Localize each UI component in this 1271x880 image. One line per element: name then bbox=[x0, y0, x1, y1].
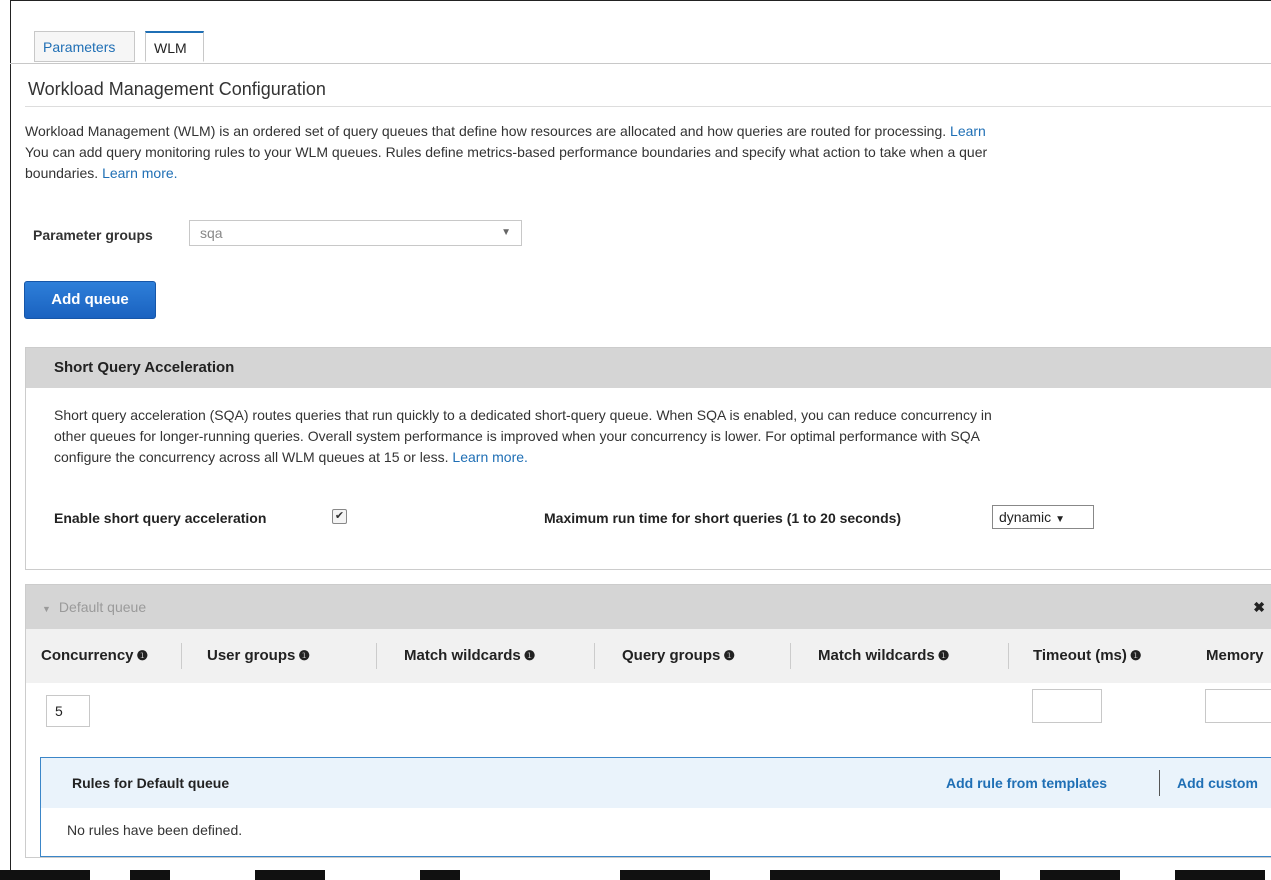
learn-link-1[interactable]: Learn bbox=[950, 123, 986, 139]
max-runtime-label: Maximum run time for short queries (1 to… bbox=[544, 510, 902, 526]
add-queue-button[interactable]: Add queue bbox=[24, 281, 156, 319]
sqa-line-3: configure the concurrency across all WLM… bbox=[54, 447, 1270, 468]
rules-panel: Rules for Default queue Add rule from te… bbox=[40, 757, 1271, 857]
enable-sqa-checkbox[interactable]: ✔ bbox=[332, 509, 347, 524]
timeout-input[interactable] bbox=[1032, 689, 1102, 723]
info-icon[interactable]: ❶ bbox=[1130, 648, 1142, 663]
cropped-fragment bbox=[0, 870, 90, 880]
column-divider bbox=[594, 643, 595, 669]
cropped-fragment bbox=[1040, 870, 1120, 880]
cropped-fragment bbox=[255, 870, 325, 880]
description-line-2: You can add query monitoring rules to yo… bbox=[25, 144, 988, 160]
info-icon[interactable]: ❶ bbox=[938, 648, 950, 663]
chevron-down-icon: ▼ bbox=[1055, 514, 1066, 525]
sqa-line-1: Short query acceleration (SQA) routes qu… bbox=[54, 407, 992, 423]
tab-parameters[interactable]: Parameters bbox=[34, 31, 135, 62]
cropped-fragment bbox=[620, 870, 710, 880]
info-icon[interactable]: ❶ bbox=[137, 648, 149, 663]
column-user-groups: User groups ❶ bbox=[207, 629, 310, 683]
cropped-bottom-content bbox=[0, 866, 1271, 880]
enable-sqa-label: Enable short query acceleration bbox=[54, 510, 267, 526]
checkmark-icon: ✔ bbox=[334, 510, 345, 522]
cropped-fragment bbox=[420, 870, 460, 880]
page-title: Workload Management Configuration bbox=[28, 79, 326, 99]
column-query-groups: Query groups ❶ bbox=[622, 629, 735, 683]
rules-action-divider bbox=[1159, 770, 1160, 796]
max-runtime-select[interactable]: dynamic ▼ bbox=[992, 505, 1094, 529]
tab-divider bbox=[10, 63, 1271, 64]
description-line-3: boundaries. Learn more. bbox=[25, 163, 1265, 184]
column-concurrency: Concurrency ❶ bbox=[41, 629, 148, 683]
rules-title: Rules for Default queue bbox=[72, 775, 230, 791]
column-divider bbox=[790, 643, 791, 669]
column-label: Match wildcards bbox=[818, 647, 935, 664]
column-divider bbox=[181, 643, 182, 669]
column-label: User groups bbox=[207, 647, 296, 664]
concurrency-input[interactable]: 5 bbox=[46, 695, 90, 727]
sqa-panel: Short Query Acceleration Short query acc… bbox=[25, 347, 1271, 570]
cropped-fragment bbox=[130, 870, 170, 880]
parameter-groups-label: Parameter groups bbox=[33, 227, 153, 243]
wlm-description: Workload Management (WLM) is an ordered … bbox=[25, 121, 1265, 184]
chevron-down-icon: ▼ bbox=[501, 227, 511, 238]
column-label: Timeout (ms) bbox=[1033, 647, 1127, 664]
column-label: Match wildcards bbox=[404, 647, 521, 664]
sqa-text-3: configure the concurrency across all WLM… bbox=[54, 449, 449, 465]
description-text-1: Workload Management (WLM) is an ordered … bbox=[25, 123, 947, 139]
info-icon[interactable]: ❶ bbox=[524, 648, 536, 663]
title-divider bbox=[25, 106, 1271, 107]
column-divider bbox=[1008, 643, 1009, 669]
column-memory: Memory bbox=[1206, 629, 1264, 683]
add-rule-from-templates-link[interactable]: Add rule from templates bbox=[946, 758, 1107, 808]
cropped-fragment bbox=[1175, 870, 1265, 880]
rules-header: Rules for Default queue Add rule from te… bbox=[41, 758, 1271, 808]
memory-input[interactable] bbox=[1205, 689, 1271, 723]
close-icon[interactable]: ✖ bbox=[1253, 585, 1265, 629]
sqa-description: Short query acceleration (SQA) routes qu… bbox=[54, 405, 1270, 468]
column-match-wildcards-users: Match wildcards ❶ bbox=[404, 629, 535, 683]
learn-more-link[interactable]: Learn more. bbox=[102, 165, 177, 181]
default-queue-header[interactable]: ▼ Default queue bbox=[26, 585, 1271, 629]
info-icon[interactable]: ❶ bbox=[723, 648, 735, 663]
column-label: Concurrency bbox=[41, 647, 134, 664]
description-line-1: Workload Management (WLM) is an ordered … bbox=[25, 121, 1265, 142]
description-text-3: boundaries. bbox=[25, 165, 99, 181]
max-runtime-value: dynamic bbox=[999, 509, 1052, 525]
sqa-learn-more-link[interactable]: Learn more. bbox=[452, 449, 527, 465]
parameter-groups-value: sqa bbox=[200, 225, 223, 241]
column-timeout: Timeout (ms) ❶ bbox=[1033, 629, 1142, 683]
tab-wlm[interactable]: WLM bbox=[145, 31, 204, 62]
parameter-groups-select[interactable]: sqa ▼ bbox=[189, 220, 522, 246]
caret-down-icon: ▼ bbox=[42, 604, 51, 614]
default-queue-panel: ▼ Default queue ✖ Concurrency ❶ User group… bbox=[25, 584, 1271, 858]
column-match-wildcards-queries: Match wildcards ❶ bbox=[818, 629, 949, 683]
cropped-fragment bbox=[770, 870, 1000, 880]
rules-empty-message: No rules have been defined. bbox=[67, 822, 243, 838]
sqa-line-2: other queues for longer-running queries.… bbox=[54, 428, 980, 444]
add-custom-rule-link[interactable]: Add custom bbox=[1177, 758, 1258, 808]
sqa-title: Short Query Acceleration bbox=[26, 348, 1271, 388]
column-divider bbox=[376, 643, 377, 669]
info-icon[interactable]: ❶ bbox=[298, 648, 310, 663]
column-label: Memory bbox=[1206, 647, 1264, 664]
queue-columns-header: Concurrency ❶ User groups ❶ Match wildcard… bbox=[26, 629, 1271, 683]
column-label: Query groups bbox=[622, 647, 721, 664]
default-queue-title: Default queue bbox=[58, 599, 147, 615]
